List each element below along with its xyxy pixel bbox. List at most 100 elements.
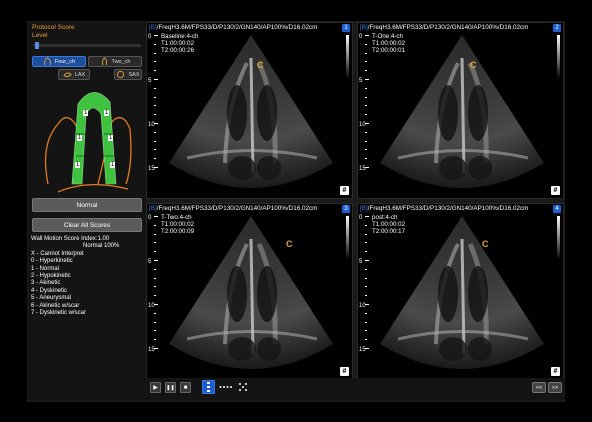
level-slider[interactable] — [33, 42, 141, 49]
legend-item: 3 - Akinetic — [31, 280, 61, 287]
acquisition-parameters: [B]/FreqH3.6M/FPS33/D/P130/2/GN140/AP100… — [149, 24, 345, 31]
depth-tick — [365, 312, 367, 314]
depth-tick-label: 0 — [148, 34, 152, 40]
pause-button[interactable]: ❚❚ — [165, 382, 176, 393]
depth-tick — [365, 79, 369, 80]
depth-tick — [365, 140, 367, 142]
segment-score[interactable]: 1 — [110, 162, 116, 168]
depth-tick — [365, 167, 369, 168]
depth-tick-label: 0 — [148, 215, 152, 221]
single-column-icon — [207, 382, 210, 392]
t2-time: T2:00:00:01 — [372, 47, 406, 55]
panel-number-badge[interactable]: 4 — [553, 205, 561, 213]
dot-grid-icon — [239, 383, 247, 391]
depth-tick — [365, 149, 367, 151]
view-tab-label: LAX — [74, 71, 86, 78]
layout-grid-button[interactable] — [237, 380, 249, 394]
depth-tick — [365, 330, 367, 332]
legend-item: X - Cannot Interpret — [31, 250, 84, 257]
view-tab-four-ch[interactable]: Four_ch — [32, 56, 86, 67]
mode-tag: [B] — [360, 24, 368, 31]
depth-tick — [154, 35, 158, 36]
depth-tick — [365, 70, 367, 72]
depth-tick — [365, 304, 369, 305]
depth-tick — [365, 233, 367, 235]
orientation-marker: C — [470, 60, 477, 70]
depth-tick — [154, 96, 156, 98]
acquisition-parameters: [B]/FreqH3.6M/FPS33/D/P130/2/GN140/AP100… — [360, 205, 556, 212]
layout-row-button[interactable] — [218, 380, 234, 394]
normal-button[interactable]: Normal — [32, 198, 142, 212]
orientation-marker: C — [286, 239, 293, 249]
grayscale-bar — [557, 35, 560, 79]
panel-number-badge[interactable]: 3 — [342, 205, 350, 213]
level-slider-knob[interactable] — [35, 42, 39, 49]
depth-tick — [365, 35, 369, 36]
legend-item: 6 - Akinetic w/scar — [31, 302, 80, 309]
view-tab-label: SAX — [128, 71, 140, 78]
panel-number-badge[interactable]: 1 — [342, 24, 350, 32]
next-page-button[interactable]: >> — [548, 382, 562, 393]
parameters-text: /FreqH3.6M/FPS33/D/P130/2/GN140/AP100%/D… — [156, 24, 318, 31]
depth-tick — [154, 79, 158, 80]
depth-tick — [154, 348, 158, 349]
heart-sax-icon — [117, 70, 125, 79]
depth-tick — [365, 268, 367, 270]
depth-tick — [154, 286, 156, 288]
previous-page-button[interactable]: << — [532, 382, 546, 393]
view-tab-two-ch[interactable]: Two_ch — [88, 56, 142, 67]
protocol-score-label: Protocol Score — [32, 24, 75, 31]
depth-tick — [154, 277, 156, 279]
panel-menu-button[interactable]: # — [340, 186, 349, 195]
depth-tick — [154, 61, 156, 63]
depth-tick — [365, 43, 367, 45]
panel-menu-button[interactable]: # — [551, 367, 560, 376]
segment-score[interactable]: 1 — [77, 135, 83, 141]
segment-score[interactable]: 1 — [108, 135, 114, 141]
depth-tick-label: 5 — [359, 259, 363, 265]
parameters-text: /FreqH3.6M/FPS33/D/P130/2/GN140/AP100%/D… — [367, 24, 529, 31]
depth-tick — [365, 123, 369, 124]
depth-tick — [365, 321, 367, 323]
t2-time: T2:00:00:26 — [161, 47, 195, 55]
depth-tick-marks — [365, 35, 369, 185]
depth-tick-label: 0 — [359, 34, 363, 40]
heart-lax-icon — [63, 72, 72, 77]
depth-tick — [365, 348, 369, 349]
depth-tick — [365, 216, 369, 217]
legend-item: 7 - Dyskinetic w/scar — [31, 310, 87, 317]
segment-score[interactable]: 1 — [104, 110, 110, 116]
mode-tag: [B] — [149, 205, 157, 212]
t1-time: T1:00:00:02 — [372, 221, 406, 229]
depth-tick — [365, 105, 367, 107]
clip-name: post:4-ch — [372, 214, 398, 221]
view-tab-lax[interactable]: LAX — [58, 69, 90, 80]
panel-menu-button[interactable]: # — [551, 186, 560, 195]
play-button[interactable]: ▶ — [150, 382, 161, 393]
depth-tick-marks — [154, 35, 158, 185]
grayscale-bar — [346, 216, 349, 260]
wmsi-label: Wall Motion Score Index:1.00 — [31, 236, 110, 242]
echo-image-panel-3[interactable]: [B]/FreqH3.6M/FPS33/D/P130/2/GN140/AP100… — [146, 203, 353, 380]
segment-score[interactable]: 1 — [83, 110, 89, 116]
echo-image-panel-1[interactable]: [B]/FreqH3.6M/FPS33/D/P130/2/GN140/AP100… — [146, 22, 353, 199]
normal-percent: Normal 100% — [83, 243, 120, 250]
panel-menu-button[interactable]: # — [340, 367, 349, 376]
layout-single-button[interactable] — [202, 380, 215, 394]
echo-image-panel-2[interactable]: [B]/FreqH3.6M/FPS33/D/P130/2/GN140/AP100… — [357, 22, 564, 199]
legend-item: 5 - Aneurysmal — [31, 295, 72, 302]
depth-tick — [154, 304, 158, 305]
clear-all-scores-button[interactable]: Clear All Scores — [32, 218, 142, 232]
panel-number-badge[interactable]: 2 — [553, 24, 561, 32]
level-label: Level — [32, 32, 48, 39]
t2-time: T2:00:00:17 — [372, 228, 406, 236]
stop-button[interactable]: ■ — [180, 382, 191, 393]
clip-info: T-Two:4-ch T1:00:00:02 T2:00:00:09 — [161, 214, 194, 236]
segment-score[interactable]: 1 — [75, 162, 81, 168]
depth-tick — [154, 260, 158, 261]
orientation-marker: C — [482, 239, 489, 249]
view-tab-sax[interactable]: SAX — [114, 69, 142, 80]
clip-name: T-Two:4-ch — [161, 214, 192, 221]
echo-image-panel-4[interactable]: [B]/FreqH3.6M/FPS33/D/P130/2/GN140/AP100… — [357, 203, 564, 380]
t1-time: T1:00:00:02 — [161, 221, 195, 229]
